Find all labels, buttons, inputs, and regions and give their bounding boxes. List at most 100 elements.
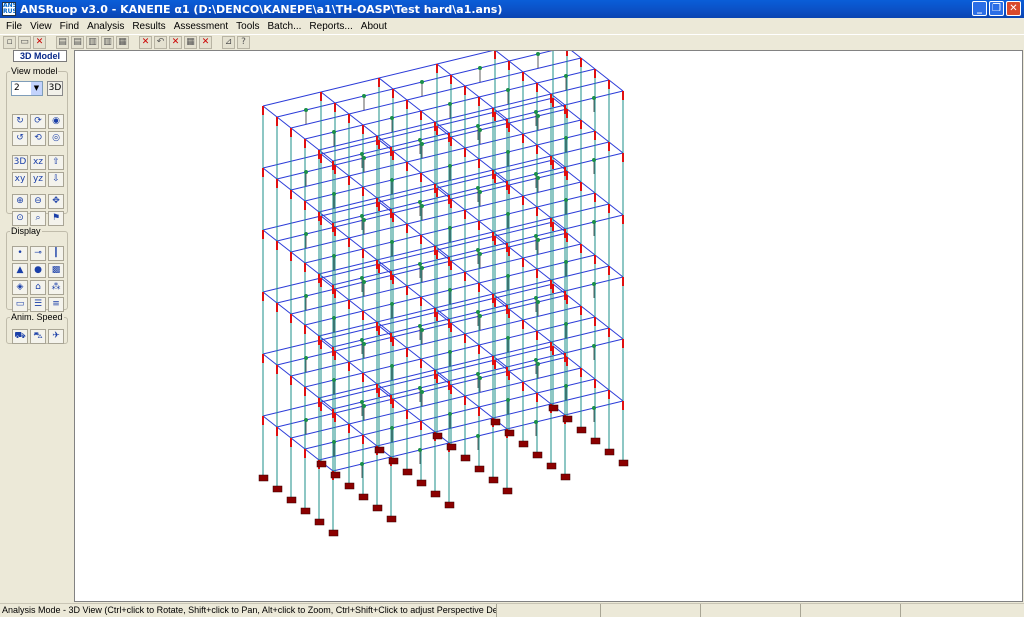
- menu-results[interactable]: Results: [128, 21, 169, 32]
- view-xz-icon[interactable]: xz: [30, 155, 46, 170]
- view-yz-icon[interactable]: yz: [30, 172, 46, 187]
- save-as-icon[interactable]: ▤: [71, 36, 84, 49]
- beam-line: [262, 291, 278, 304]
- rotate-x-icon[interactable]: ↻: [12, 114, 28, 129]
- export-icon[interactable]: ▦: [116, 36, 129, 49]
- beam-line: [290, 361, 350, 377]
- beam-line: [290, 423, 350, 439]
- print-preview-icon[interactable]: ▥: [101, 36, 114, 49]
- sphere-icon[interactable]: ●: [30, 263, 46, 278]
- status-pane-3: [700, 604, 800, 617]
- node-dot: [418, 448, 422, 452]
- view-3d-icon[interactable]: 3D: [12, 155, 28, 170]
- rotate-y-back-icon[interactable]: ⟲: [30, 131, 46, 146]
- close-file-icon[interactable]: ✕: [33, 36, 46, 49]
- zoom-extents-icon[interactable]: ⌕: [30, 211, 46, 226]
- menu-view[interactable]: View: [26, 21, 56, 32]
- nodes-color-icon[interactable]: ⁂: [48, 280, 64, 295]
- color-bars-icon[interactable]: ≡: [48, 297, 64, 312]
- mesh-icon[interactable]: ▩: [48, 263, 64, 278]
- chevron-down-icon[interactable]: ▼: [31, 82, 42, 95]
- rotate-y-icon[interactable]: ⟳: [30, 114, 46, 129]
- tab-3d-model[interactable]: 3D Model: [13, 50, 67, 62]
- beam-line: [436, 63, 452, 76]
- zoom-out-icon[interactable]: ⊖: [30, 194, 46, 209]
- beam-line: [406, 85, 466, 101]
- flag-icon[interactable]: ⚑: [48, 211, 64, 226]
- node-dot: [360, 400, 364, 404]
- beam-line: [478, 344, 494, 357]
- menu-about[interactable]: About: [357, 21, 391, 32]
- frame-icon[interactable]: ⌂: [30, 280, 46, 295]
- node-icon[interactable]: •: [12, 246, 28, 261]
- beam-line: [608, 327, 624, 340]
- anim-fast-icon[interactable]: ✈: [48, 329, 64, 344]
- structural-model-view[interactable]: [75, 51, 1022, 601]
- print-icon[interactable]: ▥: [86, 36, 99, 49]
- minimize-button[interactable]: _: [972, 1, 987, 16]
- undo-icon[interactable]: ↶: [154, 36, 167, 49]
- beam-line: [594, 68, 610, 81]
- help-icon[interactable]: ?: [237, 36, 250, 49]
- zoom-window-icon[interactable]: ⊙: [12, 211, 28, 226]
- view-model-select[interactable]: 2 ▼: [11, 81, 43, 96]
- beam-icon[interactable]: ⊸: [30, 246, 46, 261]
- beam-line: [376, 431, 436, 447]
- node-dot: [536, 362, 540, 366]
- close-button[interactable]: ✕: [1006, 1, 1021, 16]
- eye-off-icon[interactable]: ◎: [48, 131, 64, 146]
- node-dot: [564, 322, 568, 326]
- beam-line: [550, 203, 610, 219]
- beam-line: [594, 316, 610, 329]
- menu-batch[interactable]: Batch...: [264, 21, 306, 32]
- menu-file[interactable]: File: [2, 21, 26, 32]
- 3d-viewport[interactable]: [74, 50, 1023, 602]
- support-icon[interactable]: ▲: [12, 263, 28, 278]
- open-file-icon[interactable]: ▭: [18, 36, 31, 49]
- slab-icon[interactable]: ▭: [12, 297, 28, 312]
- support-block: [546, 462, 557, 470]
- new-file-icon[interactable]: ▫: [3, 36, 16, 49]
- menu-reports[interactable]: Reports...: [305, 21, 356, 32]
- support-block: [518, 440, 529, 448]
- support-block: [548, 404, 559, 412]
- beam-line: [406, 223, 422, 236]
- menu-assessment[interactable]: Assessment: [170, 21, 232, 32]
- chart-icon[interactable]: ⊿: [222, 36, 235, 49]
- node-dot: [564, 198, 568, 202]
- anim-slow-icon[interactable]: ⛟: [12, 329, 28, 344]
- eye-icon[interactable]: ◉: [48, 114, 64, 129]
- delete-icon[interactable]: ✕: [139, 36, 152, 49]
- delete-element-icon[interactable]: ✕: [169, 36, 182, 49]
- menu-analysis[interactable]: Analysis: [83, 21, 128, 32]
- node-dot: [304, 294, 308, 298]
- column-icon[interactable]: ┃: [48, 246, 64, 261]
- beam-line: [392, 150, 408, 163]
- node-dot: [390, 364, 394, 368]
- beam-line: [508, 122, 524, 135]
- beam-line: [334, 350, 350, 363]
- maximize-button[interactable]: ❐: [989, 1, 1004, 16]
- beam-line: [580, 305, 596, 318]
- menu-tools[interactable]: Tools: [232, 21, 263, 32]
- rotate-x-back-icon[interactable]: ↺: [12, 131, 28, 146]
- beam-line: [522, 195, 538, 208]
- cube-icon[interactable]: ◈: [12, 280, 28, 295]
- beam-line: [334, 288, 350, 301]
- grid-icon[interactable]: ▦: [184, 36, 197, 49]
- beam-line: [406, 99, 422, 112]
- zoom-in-icon[interactable]: ⊕: [12, 194, 28, 209]
- pan-icon[interactable]: ✥: [48, 194, 64, 209]
- menu-find[interactable]: Find: [56, 21, 83, 32]
- grid-lines-icon[interactable]: ☰: [30, 297, 46, 312]
- arrow-down-icon[interactable]: ⇩: [48, 172, 64, 187]
- beam-line: [464, 271, 480, 284]
- view-xy-icon[interactable]: xy: [12, 172, 28, 187]
- delete-node-icon[interactable]: ✕: [199, 36, 212, 49]
- anim-medium-icon[interactable]: ⛍: [30, 329, 46, 344]
- arrow-up-icon[interactable]: ⇧: [48, 155, 64, 170]
- beam-line: [580, 119, 596, 132]
- view-3d-button[interactable]: 3D: [47, 81, 63, 96]
- save-icon[interactable]: ▤: [56, 36, 69, 49]
- node-dot: [478, 376, 482, 380]
